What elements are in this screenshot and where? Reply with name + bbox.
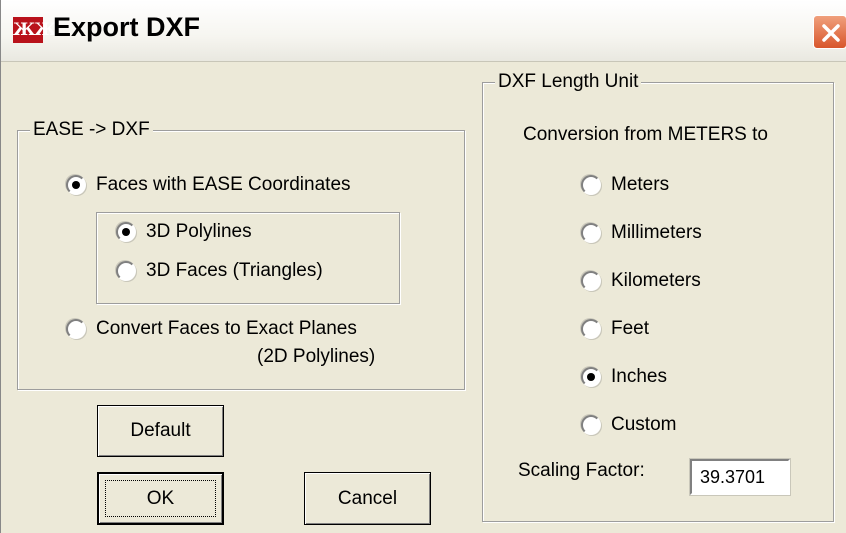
radio-label: 3D Faces (Triangles) <box>146 260 323 281</box>
radio-indicator <box>116 261 136 281</box>
radio-label: Custom <box>611 414 677 435</box>
radio-indicator <box>581 367 601 387</box>
conversion-label: Conversion from METERS to <box>523 124 768 145</box>
ok-button[interactable]: OK <box>97 472 224 525</box>
radio-label: Kilometers <box>611 270 701 291</box>
radio-label: 3D Polylines <box>146 221 252 242</box>
radio-label: Convert Faces to Exact Planes <box>96 318 357 339</box>
radio-label: Meters <box>611 174 670 195</box>
radio-indicator <box>116 222 136 242</box>
ease-dxf-group: EASE -> DXF Faces with EASE Coordinates … <box>17 118 465 390</box>
scaling-factor-label: Scaling Factor: <box>518 460 645 481</box>
radio-label: Millimeters <box>611 222 702 243</box>
radio-indicator <box>581 223 601 243</box>
close-icon <box>822 24 840 42</box>
close-button[interactable] <box>813 15 846 49</box>
focus-rectangle <box>105 480 216 517</box>
scaling-factor-input[interactable]: 39.3701 <box>689 458 791 496</box>
window-title: Export DXF <box>53 12 201 42</box>
dxf-length-unit-legend: DXF Length Unit <box>495 70 642 94</box>
radio-label: Feet <box>611 318 650 339</box>
ease-dxf-legend: EASE -> DXF <box>30 118 153 142</box>
export-dxf-dialog: ЖЖ Export DXF EASE -> DXF Faces with EAS… <box>0 0 846 533</box>
title-bar[interactable]: ЖЖ Export DXF <box>1 0 846 62</box>
radio-indicator <box>581 175 601 195</box>
radio-indicator <box>66 175 86 195</box>
radio-label-second-line: (2D Polylines) <box>257 346 376 367</box>
dialog-client-area: EASE -> DXF Faces with EASE Coordinates … <box>1 62 846 533</box>
app-icon: ЖЖ <box>13 17 57 43</box>
radio-indicator <box>581 271 601 291</box>
radio-indicator <box>66 319 86 339</box>
default-button[interactable]: Default <box>97 405 224 457</box>
cancel-button[interactable]: Cancel <box>304 472 431 525</box>
radio-indicator <box>581 415 601 435</box>
dxf-length-unit-group: DXF Length Unit Conversion from METERS t… <box>482 70 834 522</box>
radio-label: Faces with EASE Coordinates <box>96 174 351 195</box>
radio-label: Inches <box>611 366 667 387</box>
radio-indicator <box>581 319 601 339</box>
